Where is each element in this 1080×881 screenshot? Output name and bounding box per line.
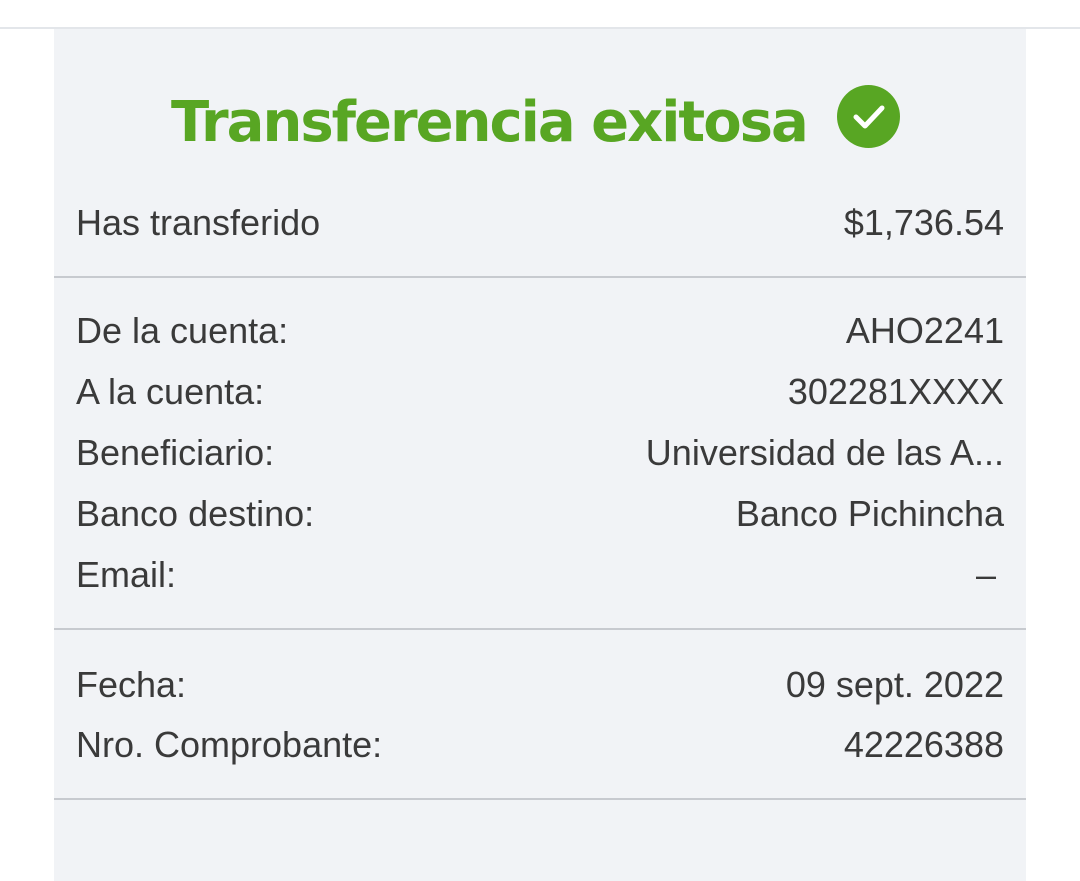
detail-row-receipt-number: Nro. Comprobante: 42226388 — [76, 715, 1004, 775]
detail-row-from-account: De la cuenta: AHO2241 — [76, 301, 1004, 361]
detail-label: Nro. Comprobante: — [76, 724, 383, 765]
detail-row-email: Email: – — [76, 545, 1004, 605]
detail-row-date: Fecha: 09 sept. 2022 — [76, 655, 1004, 715]
amount-value: $1,736.54 — [843, 202, 1004, 243]
amount-label: Has transferido — [76, 202, 321, 243]
detail-label: Banco destino: — [76, 493, 315, 534]
receipt-title: Transferencia exitosa — [171, 90, 809, 155]
check-circle-icon — [837, 85, 900, 148]
detail-value: Banco Pichincha — [735, 493, 1004, 534]
detail-value: – — [975, 554, 996, 595]
transfer-receipt-card: Transferencia exitosa Has transferido $1… — [54, 29, 1026, 881]
divider — [54, 798, 1026, 800]
receipt-header: Transferencia exitosa — [54, 29, 1026, 207]
divider — [54, 628, 1026, 630]
detail-value: 09 sept. 2022 — [785, 664, 1004, 705]
detail-label: De la cuenta: — [76, 310, 289, 351]
detail-label: Fecha: — [76, 664, 187, 705]
detail-row-to-account: A la cuenta: 302281XXXX — [76, 362, 1004, 422]
detail-row-destination-bank: Banco destino: Banco Pichincha — [76, 484, 1004, 544]
detail-value: Universidad de las A... — [645, 432, 1004, 473]
detail-value: AHO2241 — [845, 310, 1004, 351]
detail-value: 302281XXXX — [787, 371, 1004, 412]
amount-row: Has transferido $1,736.54 — [76, 193, 1004, 253]
detail-label: Beneficiario: — [76, 432, 275, 473]
detail-value: 42226388 — [843, 724, 1004, 765]
detail-label: Email: — [76, 554, 177, 595]
divider — [54, 276, 1026, 278]
detail-label: A la cuenta: — [76, 371, 265, 412]
detail-row-beneficiary: Beneficiario: Universidad de las A... — [76, 423, 1004, 483]
